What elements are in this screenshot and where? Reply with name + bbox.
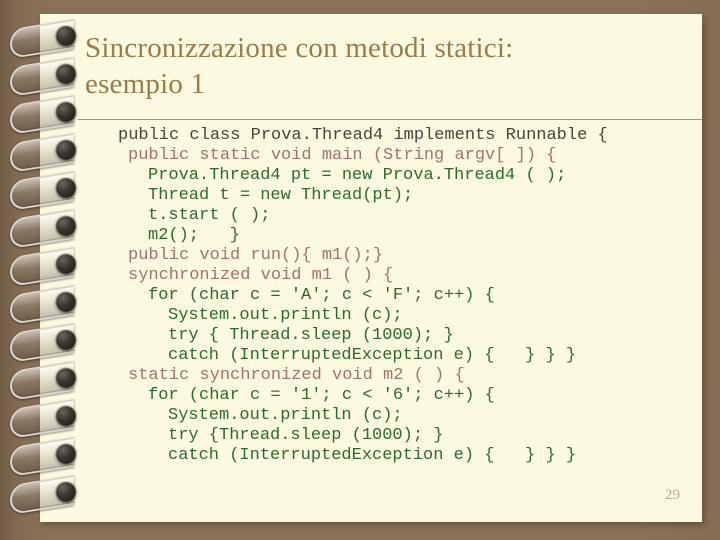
slide-paper-page: Sincronizzazione con metodi statici: ese…	[40, 14, 702, 522]
code-line: System.out.println (c);	[168, 406, 403, 425]
code-line: for (char c = 'A'; c < 'F'; c++) {	[148, 286, 495, 305]
code-line: public static void main (String argv[ ])…	[128, 146, 557, 165]
page-title-line-1: Sincronizzazione con metodi statici:	[85, 32, 514, 64]
code-line: catch (InterruptedException e) { } } }	[168, 346, 577, 365]
code-line: m2(); }	[148, 226, 240, 245]
code-line: catch (InterruptedException e) { } } }	[168, 446, 577, 465]
code-line: Prova.Thread4 pt = new Prova.Thread4 ( )…	[148, 166, 567, 185]
code-line: try {Thread.sleep (1000); }	[168, 426, 444, 445]
page-title-line-2: esempio 1	[85, 68, 206, 100]
presentation-slide: Sincronizzazione con metodi statici: ese…	[0, 0, 720, 540]
code-line: for (char c = '1'; c < '6'; c++) {	[148, 386, 495, 405]
code-line: System.out.println (c);	[168, 306, 403, 325]
code-block: public class Prova.Thread4 implements Ru…	[40, 126, 702, 466]
page-title: Sincronizzazione con metodi statici: ese…	[85, 30, 685, 102]
title-divider	[78, 119, 702, 120]
code-line: try { Thread.sleep (1000); }	[168, 326, 454, 345]
code-line: Thread t = new Thread(pt);	[148, 186, 414, 205]
code-line: synchronized void m1 ( ) {	[128, 266, 394, 285]
page-number: 29	[665, 487, 680, 503]
code-line: t.start ( );	[148, 206, 271, 225]
code-line: public void run(){ m1();}	[128, 246, 384, 265]
code-line: static synchronized void m2 ( ) {	[128, 366, 465, 385]
code-line: public class Prova.Thread4 implements Ru…	[118, 126, 608, 145]
